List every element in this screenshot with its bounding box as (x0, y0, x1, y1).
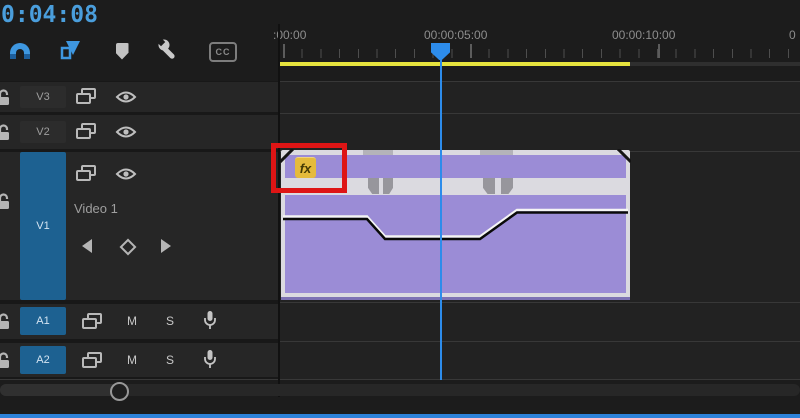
lock-track-icon[interactable] (0, 88, 11, 106)
sync-lock-icon[interactable] (76, 88, 98, 105)
scrollbar-zoom-handle[interactable] (110, 382, 129, 401)
track-label-a1: A1 (36, 315, 49, 327)
lock-track-icon[interactable] (0, 312, 11, 330)
previous-keyframe-button[interactable] (82, 239, 92, 253)
target-button-v2[interactable]: V2 (20, 121, 66, 143)
eye-icon[interactable] (115, 125, 137, 139)
eye-icon[interactable] (115, 167, 137, 181)
annotation-highlight-box (271, 143, 347, 193)
lane-divider (0, 379, 800, 380)
snap-button[interactable] (6, 37, 34, 63)
playhead-line[interactable] (440, 60, 442, 380)
linked-selection-button[interactable] (56, 37, 84, 63)
target-button-v3[interactable]: V3 (20, 86, 66, 108)
captions-button[interactable]: CC (209, 39, 237, 65)
ruler-major-tick (470, 44, 472, 58)
lock-track-icon[interactable] (0, 192, 11, 210)
wrench-icon (156, 37, 180, 61)
timeline-panel: 0:04:08 CC :00:00 00:00:05:00 00:00:10:0… (0, 0, 800, 418)
captions-label: CC (216, 47, 231, 57)
ruler-minor-ticks (280, 49, 800, 58)
ruler-label-15s: 0 (789, 28, 796, 42)
panel-focus-border (0, 414, 800, 418)
track-label-v2: V2 (36, 126, 49, 138)
captions-icon: CC (209, 42, 237, 62)
clip-corner-notch (617, 149, 631, 163)
header-timeline-divider (278, 24, 280, 397)
work-area-bar[interactable] (279, 62, 630, 66)
sync-lock-icon[interactable] (76, 123, 98, 140)
horizontal-scrollbar-thumb[interactable] (0, 384, 119, 396)
ruler-label-10s: 00:00:10:00 (612, 28, 675, 42)
add-marker-button[interactable] (108, 38, 136, 64)
work-area-track (630, 62, 800, 66)
track-label-a2: A2 (36, 354, 49, 366)
target-button-v1[interactable]: V1 (20, 152, 66, 300)
ruler-major-tick (283, 44, 285, 58)
timeline-settings-button[interactable] (154, 36, 182, 62)
track-label-v1: V1 (36, 220, 49, 232)
mute-button-a1[interactable]: M (124, 314, 140, 328)
target-button-a2[interactable]: A2 (20, 346, 66, 374)
mute-button-a2[interactable]: M (124, 353, 140, 367)
ruler-major-tick (658, 44, 660, 58)
magnet-icon (10, 43, 30, 58)
sync-lock-icon[interactable] (82, 352, 104, 369)
lock-track-icon[interactable] (0, 123, 11, 141)
next-keyframe-button[interactable] (161, 239, 171, 253)
eye-icon[interactable] (115, 90, 137, 104)
track-name-video1: Video 1 (74, 201, 118, 216)
sync-lock-icon[interactable] (76, 165, 98, 182)
voiceover-record-icon[interactable] (203, 349, 217, 369)
target-button-a1[interactable]: A1 (20, 307, 66, 335)
solo-button-a1[interactable]: S (162, 314, 178, 328)
sync-lock-icon[interactable] (82, 313, 104, 330)
lock-track-icon[interactable] (0, 351, 11, 369)
ruler-label-5s: 00:00:05:00 (424, 28, 487, 42)
marker-icon (116, 43, 129, 60)
playhead-timecode[interactable]: 0:04:08 (1, 2, 98, 28)
solo-button-a2[interactable]: S (162, 353, 178, 367)
voiceover-record-icon[interactable] (203, 310, 217, 330)
linked-selection-icon (58, 38, 82, 62)
track-label-v3: V3 (36, 91, 49, 103)
